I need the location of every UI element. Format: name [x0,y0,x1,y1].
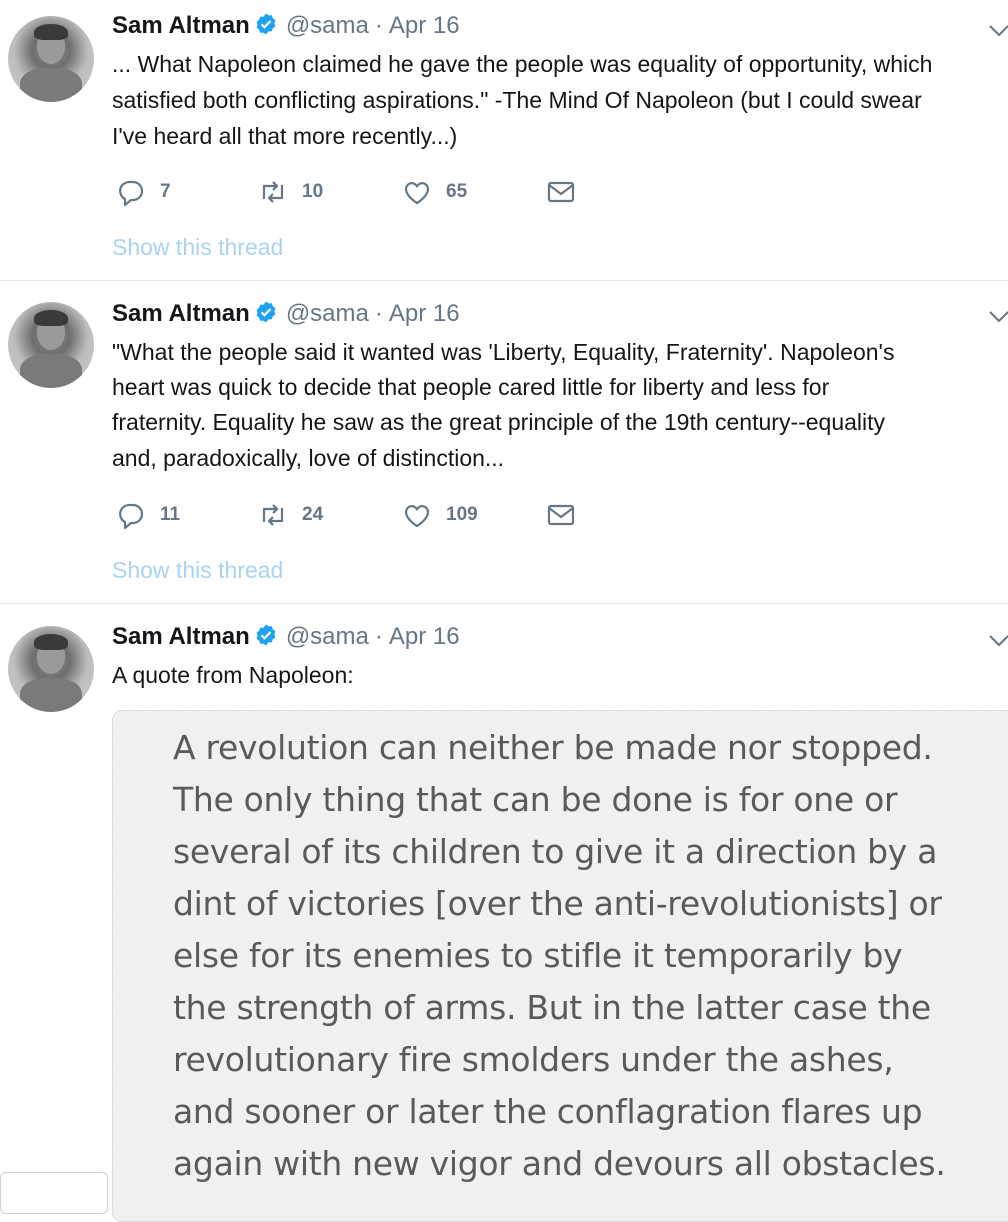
tweet-divider [0,280,1008,281]
reply-icon [119,503,144,530]
tweet-date[interactable]: Apr 16 [389,623,460,650]
direct-message-button[interactable] [546,177,576,207]
tweet-text-line: fraternity. Equality he saw as the great… [112,409,886,435]
retweet-count: 10 [302,181,324,202]
author-handle[interactable]: @sama [286,300,369,327]
avatar-hair-shape [34,634,68,650]
author-handle[interactable]: @sama [286,12,369,39]
attached-quote-image[interactable]: A revolution can neither be made nor sto… [112,710,1008,1222]
verified-badge-icon [256,301,276,323]
quote-image-line: A revolution can neither be made nor sto… [173,728,933,767]
tweet-text-line: and, paradoxically, love of distinction.… [112,445,505,471]
tweet-header: Sam Altman @sama · Apr 16 [112,12,460,40]
author-name[interactable]: Sam Altman [112,300,250,327]
like-count: 109 [446,504,478,525]
separator-dot: · [374,623,383,650]
tweet-text-line: "What the people said it wanted was 'Lib… [112,339,895,365]
verified-badge-icon [256,13,276,35]
tweet-text-line: heart was quick to decide that people ca… [112,374,830,400]
avatar-body-shape [20,354,82,388]
verified-badge-icon [256,624,276,646]
tweet-text-line: I've heard all that more recently...) [112,123,458,149]
avatar-body-shape [20,678,82,712]
retweet-button[interactable]: 24 [258,500,323,530]
retweet-icon [262,504,284,526]
tweet-divider [0,603,1008,604]
tweet-text-line: A quote from Napoleon: [112,662,354,688]
floating-panel-edge[interactable] [0,1172,108,1214]
avatar-hair-shape [34,24,68,40]
heart-icon [404,505,430,528]
reply-count: 11 [160,504,181,525]
reply-count: 7 [160,181,171,202]
like-button[interactable]: 109 [402,500,478,530]
like-count: 65 [446,181,468,202]
reply-button[interactable]: 7 [116,177,171,207]
tweet-date[interactable]: Apr 16 [389,300,460,327]
retweet-icon [262,181,284,203]
quote-image-line: The only thing that can be done is for o… [173,780,898,819]
envelope-icon [547,181,575,203]
show-thread-link[interactable]: Show this thread [112,234,283,261]
tweet-text-line: ... What Napoleon claimed he gave the pe… [112,51,933,77]
tweet-text-line: satisfied both conflicting aspirations."… [112,87,922,113]
quote-image-line: dint of victories [over the anti-revolut… [173,884,942,923]
separator-dot: · [374,300,383,327]
avatar[interactable] [8,16,94,102]
quote-image-line: revolutionary fire smolders under the as… [173,1040,894,1079]
author-name[interactable]: Sam Altman [112,623,250,650]
retweet-count: 24 [302,504,324,525]
avatar-body-shape [20,68,82,102]
chevron-down-icon[interactable] [988,310,1008,324]
avatar[interactable] [8,302,94,388]
show-thread-link[interactable]: Show this thread [112,557,283,584]
tweet-header: Sam Altman @sama · Apr 16 [112,623,460,651]
quote-image-line: the strength of arms. But in the latter … [173,988,931,1027]
separator-dot: · [374,12,383,39]
tweet-date[interactable]: Apr 16 [389,12,460,39]
avatar-hair-shape [34,310,68,326]
chevron-down-icon[interactable] [988,24,1008,38]
retweet-button[interactable]: 10 [258,177,323,207]
quote-image-line: again with new vigor and devours all obs… [173,1144,946,1183]
author-handle[interactable]: @sama [286,623,369,650]
reply-icon [119,180,144,207]
like-button[interactable]: 65 [402,177,467,207]
chevron-down-icon[interactable] [988,634,1008,648]
quote-image-line: and sooner or later the conflagration fl… [173,1092,923,1131]
quote-image-line: several of its children to give it a dir… [173,832,938,871]
tweet-header: Sam Altman @sama · Apr 16 [112,300,460,328]
quote-image-line: else for its enemies to stifle it tempor… [173,936,903,975]
author-name[interactable]: Sam Altman [112,12,250,39]
avatar[interactable] [8,626,94,712]
envelope-icon [547,504,575,526]
heart-icon [404,182,430,205]
reply-button[interactable]: 11 [116,500,180,530]
direct-message-button[interactable] [546,500,576,530]
